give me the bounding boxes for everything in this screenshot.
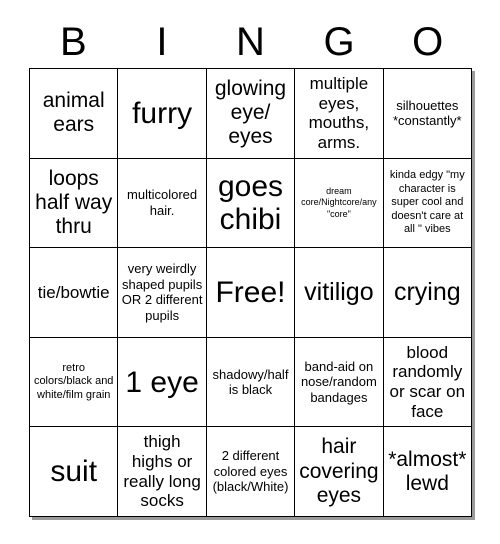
bingo-cell-label: blood randomly or scar on face bbox=[389, 342, 466, 421]
bingo-cell-r3c3[interactable]: Free! bbox=[206, 248, 296, 338]
bingo-card: B I N G O animal ears furry glowing eye/ e… bbox=[0, 0, 500, 544]
bingo-cell-r4c4[interactable]: band-aid on nose/random bandages bbox=[295, 337, 384, 428]
bingo-cell-label: silhouettes *constantly* bbox=[392, 97, 462, 129]
bingo-cell-r1c1[interactable]: animal ears bbox=[30, 69, 119, 159]
bingo-cell-label: Free! bbox=[215, 275, 286, 309]
bingo-cell-r3c1[interactable]: tie/bowtie bbox=[30, 248, 119, 338]
bingo-cell-label: *almost* lewd bbox=[388, 447, 467, 495]
card-shadow-bottom bbox=[32, 517, 475, 520]
bingo-cell-r5c2[interactable]: thigh highs or really long socks bbox=[118, 427, 207, 517]
bingo-cell-r5c3[interactable]: 2 different colored eyes (black/White) bbox=[206, 427, 296, 517]
bingo-cell-r2c2[interactable]: multicolored hair. bbox=[118, 158, 207, 249]
bingo-cell-label: 1 eye bbox=[125, 365, 199, 399]
bingo-cell-label: crying bbox=[393, 278, 461, 307]
bingo-header-letter-n: N bbox=[236, 20, 265, 64]
bingo-cell-r1c3[interactable]: glowing eye/ eyes bbox=[206, 69, 296, 159]
bingo-cell-label: shadowy/half is black bbox=[212, 366, 289, 398]
bingo-cell-label: band-aid on nose/random bandages bbox=[300, 358, 377, 405]
bingo-cell-r5c1[interactable]: suit bbox=[30, 427, 119, 517]
bingo-header: B I N G O bbox=[29, 16, 472, 68]
bingo-cell-label: hair covering eyes bbox=[299, 435, 379, 507]
bingo-grid: animal ears furry glowing eye/ eyes multipl… bbox=[29, 68, 472, 517]
bingo-cell-label: retro colors/black and white/film grain bbox=[33, 361, 114, 401]
bingo-cell-r1c5[interactable]: silhouettes *constantly* bbox=[383, 69, 472, 159]
bingo-cell-label: multiple eyes, mouths, arms. bbox=[308, 73, 370, 153]
bingo-cell-r4c3[interactable]: shadowy/half is black bbox=[206, 337, 296, 428]
bingo-cell-r4c1[interactable]: retro colors/black and white/film grain bbox=[30, 337, 119, 428]
bingo-cell-r3c2[interactable]: very weirdly shaped pupils OR 2 differen… bbox=[118, 248, 207, 338]
bingo-cell-label: goes chibi bbox=[217, 169, 284, 236]
bingo-cell-label: very weirdly shaped pupils OR 2 differen… bbox=[121, 261, 203, 324]
bingo-cell-label: 2 different colored eyes (black/White) bbox=[212, 448, 289, 495]
bingo-cell-label: thigh highs or really long socks bbox=[123, 432, 201, 511]
bingo-cell-label: multicolored hair. bbox=[127, 187, 198, 218]
bingo-header-letter-i: I bbox=[156, 20, 168, 64]
bingo-cell-r1c4[interactable]: multiple eyes, mouths, arms. bbox=[295, 69, 384, 159]
bingo-cell-r1c2[interactable]: furry bbox=[118, 69, 207, 159]
bingo-cell-r4c5[interactable]: blood randomly or scar on face bbox=[383, 337, 472, 428]
bingo-cell-label: loops half way thru bbox=[35, 166, 113, 238]
bingo-cell-r4c2[interactable]: 1 eye bbox=[118, 337, 207, 428]
bingo-cell-label: kinda edgy "my character is super cool a… bbox=[389, 169, 465, 235]
bingo-header-letter-o: O bbox=[412, 20, 444, 64]
bingo-cell-r3c4[interactable]: vitiligo bbox=[295, 248, 384, 338]
bingo-cell-label: suit bbox=[50, 455, 98, 489]
bingo-header-letter-b: B bbox=[59, 20, 87, 64]
bingo-cell-r3c5[interactable]: crying bbox=[383, 248, 472, 338]
bingo-header-letter-g: G bbox=[323, 20, 355, 64]
bingo-cell-r2c4[interactable]: dream core/Nightcore/any "core" bbox=[295, 158, 384, 249]
bingo-cell-r2c5[interactable]: kinda edgy "my character is super cool a… bbox=[383, 158, 472, 249]
bingo-cell-label: animal ears bbox=[42, 89, 105, 137]
bingo-cell-label: glowing eye/ eyes bbox=[214, 77, 287, 149]
bingo-cell-r5c4[interactable]: hair covering eyes bbox=[295, 427, 384, 517]
bingo-cell-label: vitiligo bbox=[304, 278, 374, 307]
bingo-cell-r5c5[interactable]: *almost* lewd bbox=[383, 427, 472, 517]
card-shadow-right bbox=[472, 71, 475, 520]
bingo-cell-r2c3[interactable]: goes chibi bbox=[206, 158, 296, 249]
bingo-cell-label: dream core/Nightcore/any "core" bbox=[301, 186, 377, 219]
bingo-cell-label: tie/bowtie bbox=[37, 282, 110, 302]
bingo-cell-r2c1[interactable]: loops half way thru bbox=[30, 158, 119, 249]
bingo-cell-label: furry bbox=[132, 96, 193, 130]
